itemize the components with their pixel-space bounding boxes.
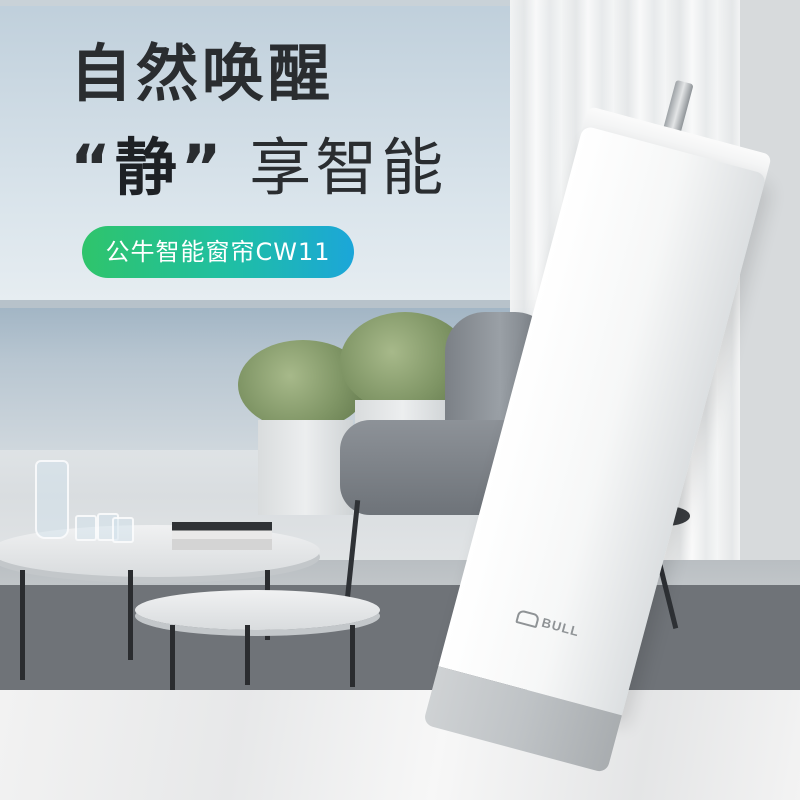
headline: 自然唤醒 “静” 享智能 [70, 34, 447, 208]
drinking-glass [75, 515, 97, 541]
table-leg [20, 570, 25, 680]
table-leg [350, 625, 355, 687]
marble-surface [0, 690, 800, 800]
window-frame [0, 0, 560, 6]
table-leg [245, 625, 250, 685]
close-quote: ” [180, 131, 226, 204]
table-leg [128, 570, 133, 660]
headline-line2-rest: 享智能 [249, 131, 448, 204]
planter [258, 420, 353, 515]
product-name-badge: 公牛智能窗帘CW11 [82, 226, 354, 278]
glass-carafe [35, 460, 69, 539]
rug [0, 585, 800, 690]
product-photo: BULL 自然唤醒 “静” 享智能 公牛智能窗帘CW11 [0, 0, 800, 800]
table-leg [170, 625, 175, 690]
headline-line2: “静” 享智能 [70, 128, 447, 208]
drinking-glass [112, 517, 134, 543]
wall [740, 0, 800, 560]
bull-logo-icon [515, 608, 540, 628]
balcony-railing [0, 300, 560, 308]
book-stack [172, 522, 272, 550]
headline-emphasis: 静 [114, 131, 181, 204]
open-quote: “ [70, 131, 115, 204]
headline-line1: 自然唤醒 [70, 37, 335, 110]
side-table [135, 590, 380, 630]
